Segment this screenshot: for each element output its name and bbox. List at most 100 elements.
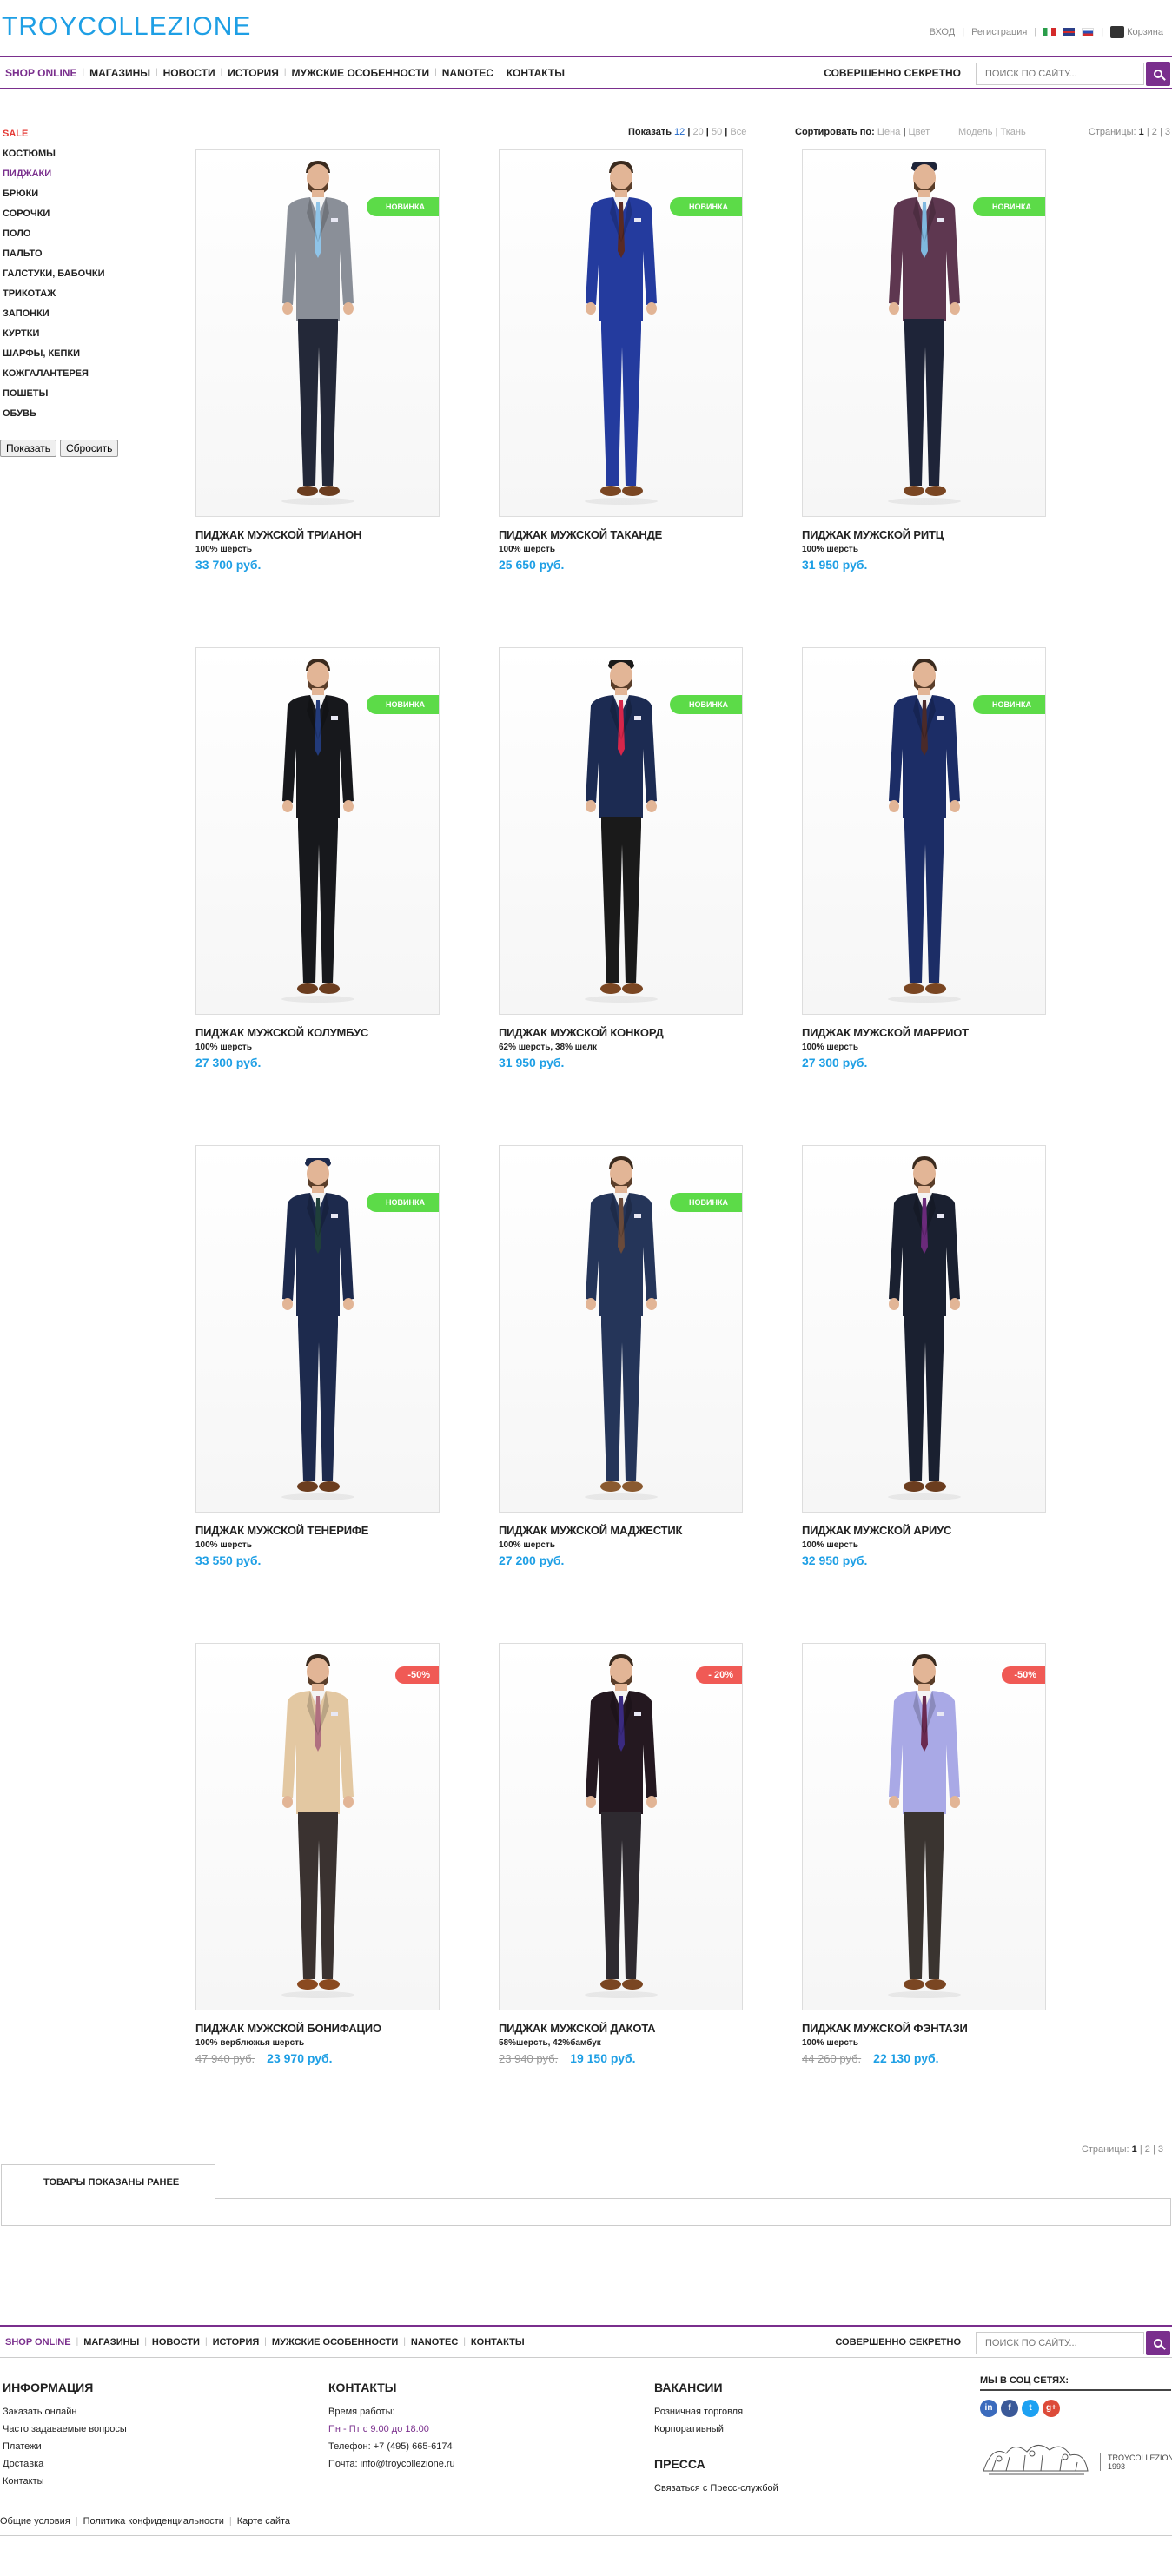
product-image[interactable]: НОВИНКА: [195, 149, 440, 517]
product-image[interactable]: [802, 1145, 1046, 1513]
category-pochettes[interactable]: ПОШЕТЫ: [3, 387, 142, 407]
page-2[interactable]: 2: [1145, 2144, 1150, 2155]
login-link[interactable]: ВХОД: [930, 27, 956, 37]
footer-email[interactable]: Почта: info@troycollezione.ru: [328, 2455, 455, 2473]
product-image[interactable]: -50%: [195, 1643, 440, 2010]
nav-contacts[interactable]: КОНТАКТЫ: [466, 2337, 530, 2348]
linkedin-icon[interactable]: in: [980, 2400, 997, 2417]
show-button[interactable]: Показать: [0, 440, 57, 457]
flag-russia-icon[interactable]: [1082, 28, 1095, 36]
show-option-all[interactable]: Все: [730, 127, 746, 137]
privacy-link[interactable]: Политика конфиденциальности: [83, 2516, 224, 2526]
reset-button[interactable]: Сбросить: [60, 440, 119, 457]
category-sale[interactable]: SALE: [3, 127, 142, 147]
product-title[interactable]: ПИДЖАК МУЖСКОЙ ТАКАНДЕ: [499, 528, 662, 541]
product-title[interactable]: ПИДЖАК МУЖСКОЙ МАРРИОТ: [802, 1026, 969, 1039]
nav-nanotec[interactable]: NANOTEC: [437, 67, 499, 79]
page-1[interactable]: 1: [1139, 127, 1144, 137]
category-cufflinks[interactable]: ЗАПОНКИ: [3, 307, 142, 327]
product-image[interactable]: НОВИНКА: [195, 647, 440, 1015]
product-title[interactable]: ПИДЖАК МУЖСКОЙ АРИУС: [802, 1524, 951, 1537]
product-title[interactable]: ПИДЖАК МУЖСКОЙ РИТЦ: [802, 528, 944, 541]
product-image[interactable]: НОВИНКА: [499, 1145, 743, 1513]
category-scarves[interactable]: ШАРФЫ, КЕПКИ: [3, 347, 142, 367]
footer-link[interactable]: Корпоративный: [654, 2420, 778, 2438]
product-title[interactable]: ПИДЖАК МУЖСКОЙ ФЭНТАЗИ: [802, 2022, 968, 2035]
nav-top-secret[interactable]: СОВЕРШЕННО СЕКРЕТНО: [835, 2337, 961, 2348]
nav-mens-features[interactable]: МУЖСКИЕ ОСОБЕННОСТИ: [267, 2337, 403, 2348]
product-image[interactable]: НОВИНКА: [802, 149, 1046, 517]
product-image[interactable]: НОВИНКА: [802, 647, 1046, 1015]
footer-link[interactable]: Розничная торговля: [654, 2403, 778, 2420]
google-plus-icon[interactable]: g+: [1043, 2400, 1060, 2417]
page-3[interactable]: 3: [1158, 2144, 1163, 2155]
nav-contacts[interactable]: КОНТАКТЫ: [501, 67, 570, 79]
footer-phone[interactable]: Телефон: +7 (495) 665-6174: [328, 2438, 455, 2455]
footer-link[interactable]: Часто задаваемые вопросы: [3, 2420, 127, 2438]
search-input[interactable]: [976, 63, 1144, 85]
category-leather-goods[interactable]: КОЖГАЛАНТЕРЕЯ: [3, 367, 142, 387]
product-title[interactable]: ПИДЖАК МУЖСКОЙ ТЕНЕРИФЕ: [195, 1524, 368, 1537]
page-3[interactable]: 3: [1165, 127, 1170, 137]
search-button[interactable]: [1146, 62, 1170, 86]
nav-history[interactable]: ИСТОРИЯ: [208, 2337, 265, 2348]
nav-mens-features[interactable]: МУЖСКИЕ ОСОБЕННОСТИ: [287, 67, 435, 79]
footer-search-input[interactable]: [976, 2332, 1144, 2354]
sort-fabric[interactable]: Ткань: [1000, 127, 1025, 137]
show-option-12[interactable]: 12: [674, 127, 685, 137]
product-title[interactable]: ПИДЖАК МУЖСКОЙ ТРИАНОН: [195, 528, 361, 541]
sort-model[interactable]: Модель: [958, 127, 992, 137]
product-title[interactable]: ПИДЖАК МУЖСКОЙ КОЛУМБУС: [195, 1026, 368, 1039]
cart-link[interactable]: Корзина: [1110, 26, 1163, 38]
footer-link[interactable]: Доставка: [3, 2455, 127, 2473]
nav-shop-online[interactable]: SHOP ONLINE: [0, 2337, 76, 2348]
product-title[interactable]: ПИДЖАК МУЖСКОЙ КОНКОРД: [499, 1026, 664, 1039]
twitter-icon[interactable]: t: [1022, 2400, 1039, 2417]
facebook-icon[interactable]: f: [1001, 2400, 1018, 2417]
category-trousers[interactable]: БРЮКИ: [3, 187, 142, 207]
footer-press-link[interactable]: Связаться с Пресс-службой: [654, 2480, 778, 2497]
product-image[interactable]: - 20%: [499, 1643, 743, 2010]
show-option-50[interactable]: 50: [712, 127, 722, 137]
product-title[interactable]: ПИДЖАК МУЖСКОЙ БОНИФАЦИО: [195, 2022, 381, 2035]
sort-color[interactable]: Цвет: [909, 127, 930, 137]
product-title[interactable]: ПИДЖАК МУЖСКОЙ ДАКОТА: [499, 2022, 656, 2035]
nav-top-secret[interactable]: СОВЕРШЕННО СЕКРЕТНО: [824, 67, 961, 79]
register-link[interactable]: Регистрация: [971, 27, 1027, 37]
nav-nanotec[interactable]: NANOTEC: [406, 2337, 463, 2348]
category-jackets-outer[interactable]: КУРТКИ: [3, 327, 142, 347]
show-option-20[interactable]: 20: [693, 127, 704, 137]
sort-price[interactable]: Цена: [877, 127, 900, 137]
nav-stores[interactable]: МАГАЗИНЫ: [84, 67, 156, 79]
category-shoes[interactable]: ОБУВЬ: [3, 407, 142, 427]
nav-news[interactable]: НОВОСТИ: [147, 2337, 205, 2348]
nav-shop-online[interactable]: SHOP ONLINE: [0, 67, 82, 79]
product-image[interactable]: -50%: [802, 1643, 1046, 2010]
product-image[interactable]: НОВИНКА: [499, 647, 743, 1015]
category-shirts[interactable]: СОРОЧКИ: [3, 207, 142, 227]
recently-viewed-tab[interactable]: ТОВАРЫ ПОКАЗАНЫ РАНЕЕ: [1, 2164, 215, 2199]
terms-link[interactable]: Общие условия: [0, 2516, 70, 2526]
category-jackets[interactable]: ПИДЖАКИ: [3, 167, 142, 187]
nav-news[interactable]: НОВОСТИ: [158, 67, 221, 79]
footer-link[interactable]: Платежи: [3, 2438, 127, 2455]
page-1[interactable]: 1: [1132, 2144, 1137, 2155]
category-knitwear[interactable]: ТРИКОТАЖ: [3, 287, 142, 307]
product-title[interactable]: ПИДЖАК МУЖСКОЙ МАДЖЕСТИК: [499, 1524, 682, 1537]
nav-stores[interactable]: МАГАЗИНЫ: [78, 2337, 144, 2348]
category-polo[interactable]: ПОЛО: [3, 227, 142, 247]
page-2[interactable]: 2: [1152, 127, 1157, 137]
site-logo[interactable]: TROYCOLLEZIONE: [2, 12, 251, 42]
product-image[interactable]: НОВИНКА: [499, 149, 743, 517]
product-image[interactable]: НОВИНКА: [195, 1145, 440, 1513]
flag-italy-icon[interactable]: [1043, 28, 1056, 36]
footer-search-button[interactable]: [1146, 2331, 1170, 2355]
flag-uk-icon[interactable]: [1063, 28, 1076, 36]
category-coats[interactable]: ПАЛЬТО: [3, 247, 142, 267]
footer-link[interactable]: Контакты: [3, 2473, 127, 2490]
sitemap-link[interactable]: Карте сайта: [237, 2516, 290, 2526]
nav-history[interactable]: ИСТОРИЯ: [222, 67, 284, 79]
category-suits[interactable]: КОСТЮМЫ: [3, 147, 142, 167]
footer-link[interactable]: Заказать онлайн: [3, 2403, 127, 2420]
category-ties[interactable]: ГАЛСТУКИ, БАБОЧКИ: [3, 267, 142, 287]
